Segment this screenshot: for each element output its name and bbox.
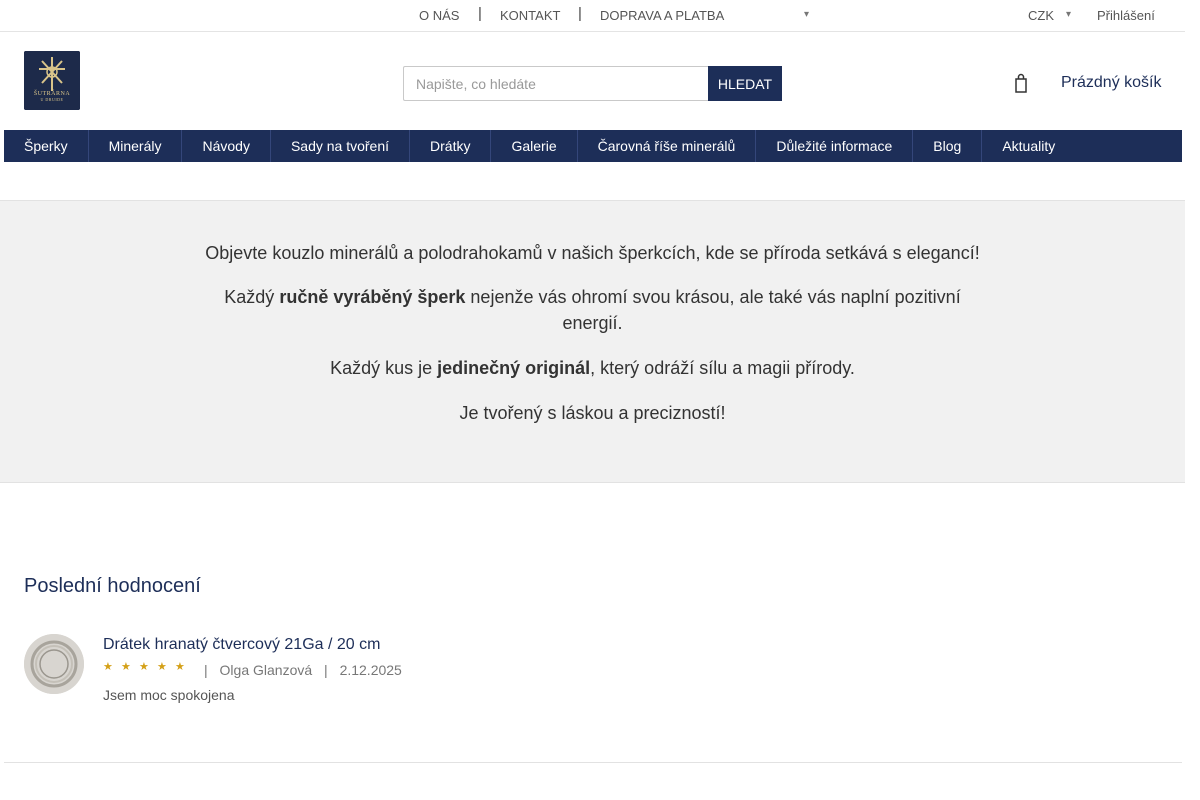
logo-text: ŠUTRÁRNA U DRUIDE bbox=[33, 91, 71, 102]
link-shipping-payment[interactable]: DOPRAVA A PLATBA bbox=[600, 8, 724, 23]
chevron-down-icon[interactable]: ▾ bbox=[1066, 9, 1075, 20]
separator: | bbox=[578, 5, 582, 22]
separator: | bbox=[478, 5, 482, 22]
intro-text: Je tvořený s láskou a precizností! bbox=[459, 403, 726, 423]
intro-text: Každý ručně vyráběný šperk nejenže vás o… bbox=[224, 287, 961, 333]
review-date: 2.12.2025 bbox=[339, 662, 402, 678]
link-contact[interactable]: KONTAKT bbox=[500, 8, 560, 23]
star-icon: ★ bbox=[139, 660, 149, 673]
star-icon: ★ bbox=[157, 660, 167, 673]
nav-item-jewelry[interactable]: Šperky bbox=[4, 130, 89, 162]
logo[interactable]: ŠUTRÁRNA U DRUIDE bbox=[24, 51, 80, 110]
nav-item-minerals[interactable]: Minerály bbox=[89, 130, 183, 162]
divider bbox=[4, 762, 1182, 763]
review-product-link[interactable]: Drátek hranatý čtvercový 21Ga / 20 cm bbox=[103, 636, 380, 654]
cart-icon[interactable] bbox=[1014, 73, 1028, 93]
top-bar: O NÁS | KONTAKT | DOPRAVA A PLATBA ▾ CZK… bbox=[0, 0, 1185, 32]
login-link[interactable]: Přihlášení bbox=[1097, 8, 1155, 23]
cart-label[interactable]: Prázdný košík bbox=[1061, 74, 1161, 92]
review-rating: ★ ★ ★ ★ ★ bbox=[103, 660, 185, 674]
nav-item-mineral-realm[interactable]: Čarovná říše minerálů bbox=[578, 130, 757, 162]
star-icon: ★ bbox=[175, 660, 185, 673]
currency-select[interactable]: CZK bbox=[1028, 8, 1054, 23]
star-icon: ★ bbox=[121, 660, 131, 673]
link-about[interactable]: O NÁS bbox=[419, 8, 459, 23]
nav-item-guides[interactable]: Návody bbox=[182, 130, 271, 162]
nav-item-wires[interactable]: Drátky bbox=[410, 130, 492, 162]
star-icon: ★ bbox=[103, 660, 113, 673]
intro-text: Objevte kouzlo minerálů a polodrahokamů … bbox=[205, 243, 980, 263]
chevron-down-icon[interactable]: ▾ bbox=[804, 9, 813, 20]
intro-banner: Objevte kouzlo minerálů a polodrahokamů … bbox=[0, 200, 1185, 483]
review-product-image[interactable] bbox=[24, 634, 84, 694]
nav-item-blog[interactable]: Blog bbox=[913, 130, 983, 162]
review-author: Olga Glanzová bbox=[219, 662, 313, 678]
intro-text: Každý kus je jedinečný originál, který o… bbox=[330, 358, 855, 378]
review-text: Jsem moc spokojena bbox=[103, 687, 235, 703]
nav-item-news[interactable]: Aktuality bbox=[982, 130, 1075, 162]
main-nav: Šperky Minerály Návody Sady na tvoření D… bbox=[4, 130, 1182, 162]
search-button[interactable]: HLEDAT bbox=[708, 66, 782, 101]
search-input[interactable] bbox=[403, 66, 709, 101]
nav-item-gallery[interactable]: Galerie bbox=[491, 130, 578, 162]
reviews-title: Poslední hodnocení bbox=[24, 575, 201, 597]
nav-item-important-info[interactable]: Důležité informace bbox=[756, 130, 914, 162]
nav-item-craft-kits[interactable]: Sady na tvoření bbox=[271, 130, 411, 162]
review-meta: | Olga Glanzová | 2.12.2025 bbox=[204, 662, 402, 678]
